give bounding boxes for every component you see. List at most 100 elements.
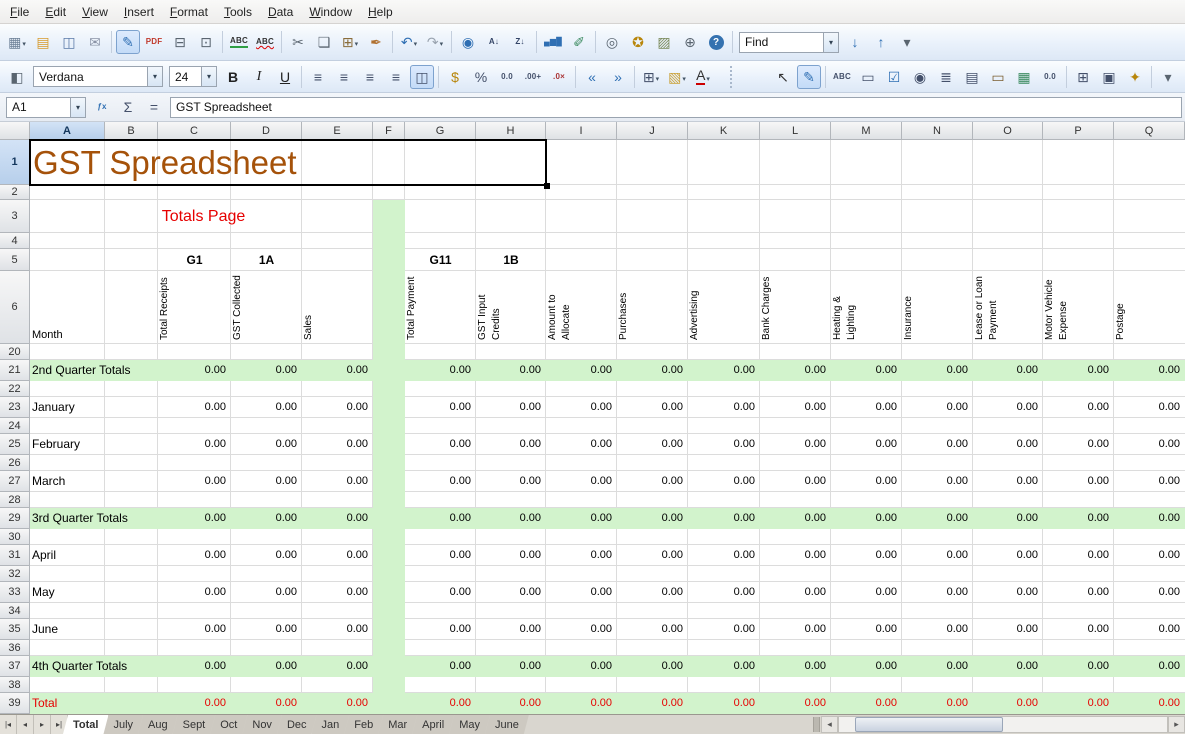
cell-C31[interactable]: 0.00 (158, 545, 226, 566)
group-header-1A[interactable]: 1A (231, 249, 302, 271)
month-label[interactable]: Month (32, 327, 107, 343)
styles-icon[interactable]: ◧ (5, 65, 29, 89)
cell-E21[interactable]: 0.00 (302, 360, 368, 381)
combo-box-icon[interactable]: ▤ (960, 65, 984, 89)
cell-O33[interactable]: 0.00 (973, 582, 1038, 603)
borders-icon[interactable]: ⊞ (639, 65, 663, 89)
delete-decimal-icon[interactable]: .0× (547, 65, 571, 89)
wizards-icon[interactable]: ✦ (1123, 65, 1147, 89)
h-scrollbar-track[interactable] (838, 716, 1168, 733)
row-header-39[interactable]: 39 (0, 693, 30, 714)
menu-data[interactable]: Data (260, 0, 301, 23)
cell-D23[interactable]: 0.00 (231, 397, 297, 418)
cell-K39[interactable]: 0.00 (688, 693, 755, 714)
cell-J31[interactable]: 0.00 (617, 545, 683, 566)
column-title-M[interactable]: Heating & Lighting (831, 271, 902, 340)
cell-M21[interactable]: 0.00 (831, 360, 897, 381)
cell-H33[interactable]: 0.00 (476, 582, 541, 603)
add-decimal-icon[interactable]: .00+ (521, 65, 545, 89)
selection-handle[interactable] (544, 183, 550, 189)
standard-format-icon[interactable]: 0.0 (495, 65, 519, 89)
font-size-dropdown-icon[interactable] (201, 67, 216, 86)
cell-I29[interactable]: 0.00 (546, 508, 612, 529)
cell-H23[interactable]: 0.00 (476, 397, 541, 418)
cell-J21[interactable]: 0.00 (617, 360, 683, 381)
font-name-dropdown-icon[interactable] (147, 67, 162, 86)
cell-Q35[interactable]: 0.00 (1114, 619, 1180, 640)
clone-formatting-icon[interactable]: ✒ (364, 30, 388, 54)
cell-L21[interactable]: 0.00 (760, 360, 826, 381)
column-header-L[interactable]: L (760, 122, 831, 140)
cell-H27[interactable]: 0.00 (476, 471, 541, 492)
menu-insert[interactable]: Insert (116, 0, 162, 23)
column-header-B[interactable]: B (105, 122, 158, 140)
row-header-34[interactable]: 34 (0, 603, 30, 619)
currency-format-icon[interactable]: $ (443, 65, 467, 89)
cell-O27[interactable]: 0.00 (973, 471, 1038, 492)
sheet-tab-feb[interactable]: Feb (344, 715, 383, 734)
cell-N21[interactable]: 0.00 (902, 360, 968, 381)
underline-icon[interactable]: U (273, 65, 297, 89)
cell-Q39[interactable]: 0.00 (1114, 693, 1180, 714)
cell-I27[interactable]: 0.00 (546, 471, 612, 492)
cell-N27[interactable]: 0.00 (902, 471, 968, 492)
cell-G31[interactable]: 0.00 (405, 545, 471, 566)
print-icon[interactable]: ⊟ (168, 30, 192, 54)
cell-Q23[interactable]: 0.00 (1114, 397, 1180, 418)
cell-L27[interactable]: 0.00 (760, 471, 826, 492)
cell-M33[interactable]: 0.00 (831, 582, 897, 603)
cell-J33[interactable]: 0.00 (617, 582, 683, 603)
cell-E23[interactable]: 0.00 (302, 397, 368, 418)
menu-edit[interactable]: Edit (37, 0, 74, 23)
column-title-D[interactable]: GST Collected (231, 271, 302, 340)
sheet-tab-may[interactable]: May (449, 715, 490, 734)
cell-M31[interactable]: 0.00 (831, 545, 897, 566)
toolbar-drag-handle[interactable] (730, 66, 733, 88)
menu-format[interactable]: Format (162, 0, 216, 23)
push-button-icon[interactable]: ▭ (986, 65, 1010, 89)
column-title-G[interactable]: Total Payment (405, 271, 476, 340)
menu-file[interactable]: File (2, 0, 37, 23)
row-label-31[interactable]: April (32, 545, 158, 566)
row-label-23[interactable]: January (32, 397, 158, 418)
cell-Q33[interactable]: 0.00 (1114, 582, 1180, 603)
cell-O31[interactable]: 0.00 (973, 545, 1038, 566)
title-cell[interactable]: GST Spreadsheet (33, 140, 549, 185)
column-title-Q[interactable]: Postage (1114, 271, 1185, 340)
row-header-20[interactable]: 20 (0, 344, 30, 360)
cell-E25[interactable]: 0.00 (302, 434, 368, 455)
sheet-tab-nov[interactable]: Nov (242, 715, 282, 734)
cell-M23[interactable]: 0.00 (831, 397, 897, 418)
find-dropdown-icon[interactable] (823, 33, 838, 52)
cell-G37[interactable]: 0.00 (405, 656, 471, 677)
cell-O21[interactable]: 0.00 (973, 360, 1038, 381)
select-pointer-icon[interactable]: ↖ (771, 65, 795, 89)
cell-E33[interactable]: 0.00 (302, 582, 368, 603)
column-title-E[interactable]: Sales (302, 271, 373, 340)
cell-K33[interactable]: 0.00 (688, 582, 755, 603)
menu-tools[interactable]: Tools (216, 0, 260, 23)
find-replace-icon[interactable]: ◎ (600, 30, 624, 54)
menu-window[interactable]: Window (301, 0, 360, 23)
row-header-33[interactable]: 33 (0, 582, 30, 603)
cell-O25[interactable]: 0.00 (973, 434, 1038, 455)
font-color-icon[interactable]: A (691, 65, 715, 89)
cell-O37[interactable]: 0.00 (973, 656, 1038, 677)
cell-L33[interactable]: 0.00 (760, 582, 826, 603)
column-header-K[interactable]: K (688, 122, 760, 140)
column-header-G[interactable]: G (405, 122, 476, 140)
cell-N33[interactable]: 0.00 (902, 582, 968, 603)
toolbar-options-icon[interactable]: ▾ (1156, 65, 1180, 89)
help-icon[interactable]: ? (704, 30, 728, 54)
cell-C29[interactable]: 0.00 (158, 508, 226, 529)
row-header-24[interactable]: 24 (0, 418, 30, 434)
cell-P33[interactable]: 0.00 (1043, 582, 1109, 603)
column-title-N[interactable]: Insurance (902, 271, 973, 340)
page-preview-icon[interactable]: ⊡ (194, 30, 218, 54)
column-header-M[interactable]: M (831, 122, 902, 140)
cell-P27[interactable]: 0.00 (1043, 471, 1109, 492)
cell-K35[interactable]: 0.00 (688, 619, 755, 640)
cell-N23[interactable]: 0.00 (902, 397, 968, 418)
cell-H29[interactable]: 0.00 (476, 508, 541, 529)
cell-I21[interactable]: 0.00 (546, 360, 612, 381)
